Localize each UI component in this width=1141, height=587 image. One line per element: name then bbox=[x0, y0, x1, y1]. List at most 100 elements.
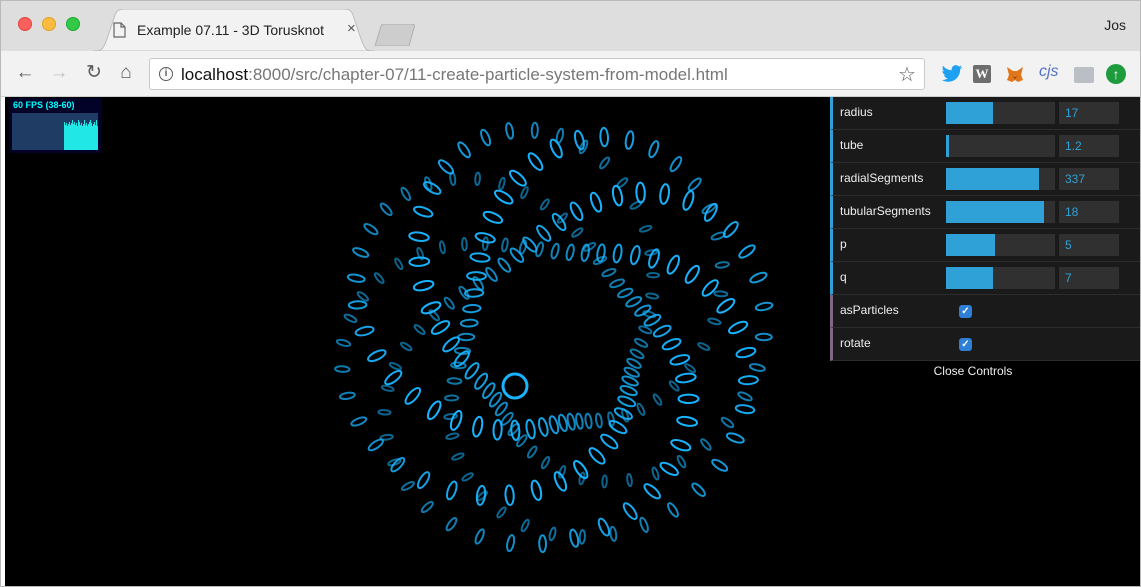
particle-ring bbox=[728, 320, 749, 335]
particle-ring bbox=[474, 171, 481, 186]
control-row-tube: tube 1.2 bbox=[830, 130, 1140, 163]
particle-ring bbox=[700, 438, 712, 451]
particle-ring bbox=[714, 261, 730, 269]
particle-ring bbox=[497, 257, 512, 273]
particle-ring bbox=[666, 254, 680, 275]
particle-ring bbox=[652, 324, 672, 338]
address-bar[interactable]: i localhost:8000/src/chapter-07/11-creat… bbox=[149, 58, 925, 90]
particle-ring bbox=[592, 255, 608, 266]
control-row-p: p5 bbox=[830, 229, 1140, 262]
particle-ring bbox=[697, 342, 711, 351]
q-value-input[interactable]: 7 bbox=[1059, 267, 1119, 289]
particle-ring bbox=[612, 243, 623, 264]
particle-ring bbox=[537, 417, 549, 437]
home-icon[interactable]: ⌂ bbox=[114, 61, 138, 85]
rotate-checkbox[interactable]: ✓ bbox=[959, 338, 972, 351]
forward-arrow-icon[interactable]: → bbox=[47, 61, 71, 85]
fps-stats-panel[interactable]: 60 FPS (38-60) bbox=[9, 98, 102, 153]
control-label: asParticles bbox=[840, 303, 899, 317]
particle-ring bbox=[457, 141, 471, 159]
particle-ring bbox=[352, 247, 370, 258]
maximize-window-button[interactable] bbox=[66, 17, 80, 31]
asParticles-checkbox[interactable]: ✓ bbox=[959, 305, 972, 318]
particle-ring bbox=[754, 301, 774, 312]
particle-ring bbox=[725, 432, 745, 444]
particle-ring bbox=[691, 482, 706, 497]
tubularSegments-slider[interactable] bbox=[946, 201, 1055, 223]
twitter-icon[interactable] bbox=[941, 63, 963, 85]
minimize-window-button[interactable] bbox=[42, 17, 56, 31]
webgl-viewport[interactable]: 60 FPS (38-60) radius 17 tube 1.2 radialSegm… bbox=[5, 97, 1140, 586]
particle-ring bbox=[380, 384, 395, 392]
browser-window: Example 07.11 - 3D Torusknot × Jos ← → ↻… bbox=[0, 0, 1141, 587]
bookmark-star-icon[interactable]: ☆ bbox=[898, 62, 916, 87]
particle-ring bbox=[384, 369, 403, 386]
particle-ring bbox=[639, 516, 649, 533]
active-tab[interactable]: Example 07.11 - 3D Torusknot × bbox=[93, 9, 375, 51]
title-bar: Example 07.11 - 3D Torusknot × Jos bbox=[1, 1, 1140, 51]
w-extension-icon[interactable]: W bbox=[973, 65, 991, 83]
control-row-rotate: rotate ✓ bbox=[830, 328, 1140, 361]
particle-ring bbox=[677, 393, 700, 405]
radius-slider[interactable] bbox=[946, 102, 1055, 124]
particle-ring bbox=[556, 212, 568, 224]
info-icon[interactable]: i bbox=[159, 67, 173, 81]
particle-ring bbox=[438, 240, 446, 255]
cjs-extension-icon[interactable]: cjs bbox=[1039, 63, 1059, 85]
particle-ring bbox=[720, 416, 735, 429]
particle-ring bbox=[638, 224, 653, 233]
tubularSegments-value-input[interactable]: 18 bbox=[1059, 201, 1119, 223]
particle-ring bbox=[633, 338, 649, 348]
particle-ring bbox=[338, 391, 356, 401]
particle-ring bbox=[625, 296, 643, 308]
particle-ring bbox=[601, 267, 617, 278]
particle-ring bbox=[474, 528, 485, 545]
back-arrow-icon[interactable]: ← bbox=[13, 61, 37, 85]
tube-value-input[interactable]: 1.2 bbox=[1059, 135, 1119, 157]
extension-icon[interactable] bbox=[1074, 67, 1094, 83]
particle-ring bbox=[466, 271, 487, 281]
url-text[interactable]: localhost:8000/src/chapter-07/11-create-… bbox=[181, 65, 728, 85]
particle-ring bbox=[496, 506, 507, 519]
particle-ring bbox=[508, 169, 527, 187]
close-window-button[interactable] bbox=[18, 17, 32, 31]
reload-icon[interactable]: ↻ bbox=[82, 61, 106, 85]
particle-ring bbox=[428, 309, 440, 322]
p-value-input[interactable]: 5 bbox=[1059, 234, 1119, 256]
p-slider[interactable] bbox=[946, 234, 1055, 256]
particle-ring bbox=[354, 325, 375, 337]
tube-slider[interactable] bbox=[946, 135, 1055, 157]
radius-value-input[interactable]: 17 bbox=[1059, 102, 1119, 124]
control-label: p bbox=[840, 237, 847, 251]
radialSegments-value-input[interactable]: 337 bbox=[1059, 168, 1119, 190]
q-slider[interactable] bbox=[946, 267, 1055, 289]
particle-ring bbox=[571, 227, 584, 238]
particle-ring bbox=[505, 122, 515, 140]
particle-ring bbox=[652, 393, 663, 406]
particle-ring bbox=[501, 237, 509, 253]
particle-ring bbox=[379, 202, 393, 217]
particle-ring bbox=[498, 176, 506, 191]
particle-ring bbox=[394, 257, 404, 271]
particle-ring bbox=[445, 517, 458, 532]
particle-ring bbox=[569, 201, 584, 222]
particle-ring bbox=[472, 415, 484, 438]
upload-arrow-icon[interactable]: ↑ bbox=[1106, 64, 1126, 84]
particle-ring bbox=[506, 534, 516, 553]
particle-ring bbox=[676, 454, 687, 469]
particle-ring bbox=[520, 518, 530, 533]
particle-ring bbox=[480, 128, 492, 147]
metamask-fox-icon[interactable] bbox=[1004, 63, 1026, 85]
new-tab-button[interactable] bbox=[373, 24, 417, 46]
particle-ring bbox=[597, 517, 611, 537]
particle-ring bbox=[388, 362, 402, 371]
control-label: tube bbox=[840, 138, 864, 152]
tab-close-icon[interactable]: × bbox=[347, 20, 356, 38]
particle-ring bbox=[527, 152, 544, 171]
close-controls-button[interactable]: Close Controls bbox=[830, 361, 1116, 381]
particle-ring bbox=[659, 461, 679, 476]
particle-ring bbox=[645, 292, 660, 300]
particle-ring bbox=[635, 181, 646, 204]
profile-name[interactable]: Jos bbox=[1104, 17, 1126, 33]
radialSegments-slider[interactable] bbox=[946, 168, 1055, 190]
